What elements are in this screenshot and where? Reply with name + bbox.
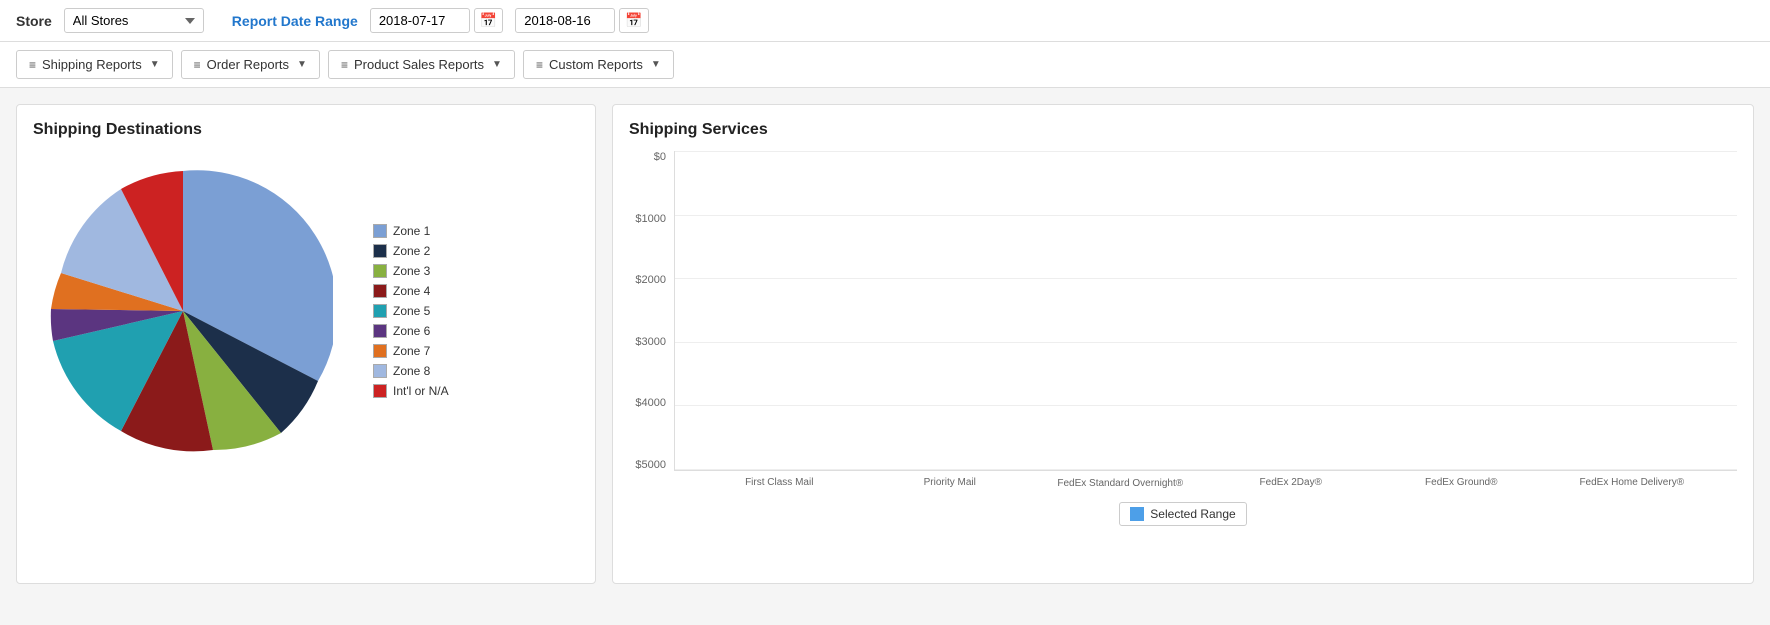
legend-item-zone4: Zone 4: [373, 284, 449, 298]
legend-label-zone2: Zone 2: [393, 244, 430, 258]
legend-color-zone4: [373, 284, 387, 298]
x-label-fedexstandard: FedEx Standard Overnight®: [1035, 477, 1206, 490]
shipping-destinations-panel: Shipping Destinations: [16, 104, 596, 584]
list-icon-product: ≡: [341, 58, 348, 72]
chevron-down-icon-order: ▼: [297, 59, 307, 70]
pie-legend: Zone 1 Zone 2 Zone 3 Zone 4 Zone 5: [373, 224, 449, 398]
x-label-fedex2day: FedEx 2Day®: [1206, 477, 1377, 490]
y-label-1000: $1000: [629, 213, 666, 225]
legend-label-zone6: Zone 6: [393, 324, 430, 338]
order-reports-button[interactable]: ≡ Order Reports ▼: [181, 50, 320, 79]
bar-chart-legend: Selected Range: [629, 502, 1737, 526]
pie-chart: [33, 161, 333, 461]
legend-label-zone5: Zone 5: [393, 304, 430, 318]
order-reports-label: Order Reports: [207, 57, 289, 72]
shipping-reports-button[interactable]: ≡ Shipping Reports ▼: [16, 50, 173, 79]
date-from-wrap: 📅: [370, 8, 503, 33]
legend-label-zone1: Zone 1: [393, 224, 430, 238]
list-icon-custom: ≡: [536, 58, 543, 72]
y-label-5000: $5000: [629, 459, 666, 471]
date-to-wrap: 📅: [515, 8, 648, 33]
list-icon-shipping: ≡: [29, 58, 36, 72]
pie-area: Zone 1 Zone 2 Zone 3 Zone 4 Zone 5: [33, 151, 579, 471]
legend-color-zone3: [373, 264, 387, 278]
shipping-services-panel: Shipping Services $5000 $4000 $3000 $200…: [612, 104, 1754, 584]
shipping-destinations-title: Shipping Destinations: [33, 121, 579, 139]
shipping-reports-label: Shipping Reports: [42, 57, 142, 72]
selected-range-legend: Selected Range: [1119, 502, 1246, 526]
x-label-prioritymail: Priority Mail: [865, 477, 1036, 490]
selected-range-color: [1130, 507, 1144, 521]
bars-row: [675, 151, 1737, 470]
chevron-down-icon-custom: ▼: [651, 59, 661, 70]
y-label-3000: $3000: [629, 336, 666, 348]
chart-body: $5000 $4000 $3000 $2000 $1000 $0: [629, 151, 1737, 471]
legend-color-zone2: [373, 244, 387, 258]
legend-label-zone8: Zone 8: [393, 364, 430, 378]
product-sales-reports-label: Product Sales Reports: [354, 57, 484, 72]
legend-color-zone5: [373, 304, 387, 318]
legend-item-zone7: Zone 7: [373, 344, 449, 358]
selected-range-label: Selected Range: [1150, 507, 1235, 521]
legend-item-zone2: Zone 2: [373, 244, 449, 258]
legend-item-zone3: Zone 3: [373, 264, 449, 278]
main-content: Shipping Destinations: [0, 88, 1770, 600]
legend-item-intl: Int'l or N/A: [373, 384, 449, 398]
legend-item-zone5: Zone 5: [373, 304, 449, 318]
date-range-label: Report Date Range: [232, 13, 358, 29]
toolbar: ≡ Shipping Reports ▼ ≡ Order Reports ▼ ≡…: [0, 42, 1770, 88]
date-to-input[interactable]: [515, 8, 615, 33]
pie-chart-svg: [33, 161, 333, 461]
y-label-2000: $2000: [629, 274, 666, 286]
y-label-4000: $4000: [629, 397, 666, 409]
x-label-fedexground: FedEx Ground®: [1376, 477, 1547, 490]
y-label-0: $0: [629, 151, 666, 163]
shipping-services-title: Shipping Services: [629, 121, 1737, 139]
product-sales-reports-button[interactable]: ≡ Product Sales Reports ▼: [328, 50, 515, 79]
list-icon-order: ≡: [194, 58, 201, 72]
custom-reports-button[interactable]: ≡ Custom Reports ▼: [523, 50, 674, 79]
bar-chart-area: $5000 $4000 $3000 $2000 $1000 $0: [629, 151, 1737, 531]
x-label-fedexhome: FedEx Home Delivery®: [1547, 477, 1718, 490]
store-select[interactable]: All Stores Store 1 Store 2: [64, 8, 204, 33]
legend-color-zone6: [373, 324, 387, 338]
legend-label-zone3: Zone 3: [393, 264, 430, 278]
store-label: Store: [16, 13, 52, 29]
bars-area: [674, 151, 1737, 471]
legend-label-zone4: Zone 4: [393, 284, 430, 298]
legend-item-zone1: Zone 1: [373, 224, 449, 238]
custom-reports-label: Custom Reports: [549, 57, 643, 72]
legend-item-zone8: Zone 8: [373, 364, 449, 378]
legend-color-intl: [373, 384, 387, 398]
chevron-down-icon-shipping: ▼: [150, 59, 160, 70]
top-bar: Store All Stores Store 1 Store 2 Report …: [0, 0, 1770, 42]
y-axis-labels: $5000 $4000 $3000 $2000 $1000 $0: [629, 151, 674, 471]
x-label-firstclass: First Class Mail: [694, 477, 865, 490]
legend-color-zone7: [373, 344, 387, 358]
legend-color-zone8: [373, 364, 387, 378]
date-from-input[interactable]: [370, 8, 470, 33]
date-from-calendar-button[interactable]: 📅: [474, 8, 503, 33]
legend-label-intl: Int'l or N/A: [393, 384, 449, 398]
x-axis-labels: First Class Mail Priority Mail FedEx Sta…: [674, 471, 1737, 490]
legend-color-zone1: [373, 224, 387, 238]
legend-label-zone7: Zone 7: [393, 344, 430, 358]
chevron-down-icon-product: ▼: [492, 59, 502, 70]
legend-item-zone6: Zone 6: [373, 324, 449, 338]
date-to-calendar-button[interactable]: 📅: [619, 8, 648, 33]
